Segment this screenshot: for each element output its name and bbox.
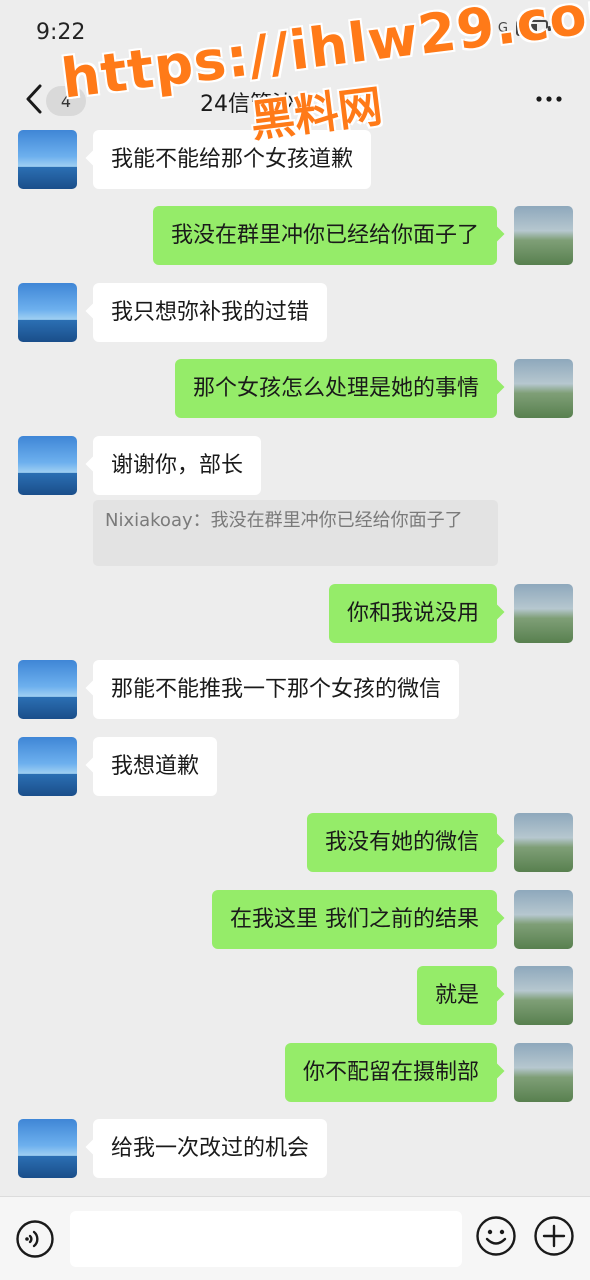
more-options-icon[interactable] bbox=[534, 92, 564, 106]
add-attachment-icon[interactable] bbox=[533, 1215, 575, 1257]
my-avatar[interactable] bbox=[514, 359, 573, 418]
status-time: 9:22 bbox=[36, 20, 86, 45]
emoji-icon[interactable] bbox=[475, 1215, 517, 1257]
message-input[interactable] bbox=[70, 1211, 462, 1267]
contact-avatar[interactable] bbox=[18, 130, 77, 189]
contact-avatar[interactable] bbox=[18, 660, 77, 719]
message-bubble-incoming[interactable]: 给我一次改过的机会 bbox=[93, 1119, 328, 1178]
message-bubble-outgoing[interactable]: 我没在群里冲你已经给你面子了 bbox=[152, 206, 497, 265]
contact-avatar[interactable] bbox=[18, 283, 77, 342]
message-bubble-outgoing[interactable]: 在我这里 我们之前的结果 bbox=[212, 890, 497, 949]
contact-avatar[interactable] bbox=[18, 1119, 77, 1178]
message-bubble-incoming[interactable]: 我只想弥补我的过错 bbox=[93, 283, 328, 342]
my-avatar[interactable] bbox=[514, 584, 573, 643]
contact-avatar[interactable] bbox=[18, 436, 77, 495]
quoted-message[interactable]: Nixiakoay：我没在群里冲你已经给你面子了 bbox=[93, 500, 498, 566]
message-bubble-outgoing[interactable]: 那个女孩怎么处理是她的事情 bbox=[174, 359, 497, 418]
chat-input-bar bbox=[0, 1196, 590, 1280]
message-bubble-incoming[interactable]: 我想道歉 bbox=[93, 737, 218, 796]
contact-avatar[interactable] bbox=[18, 737, 77, 796]
voice-input-icon[interactable] bbox=[15, 1219, 55, 1259]
my-avatar[interactable] bbox=[514, 813, 573, 872]
my-avatar[interactable] bbox=[514, 890, 573, 949]
message-bubble-incoming[interactable]: 那能不能推我一下那个女孩的微信 bbox=[93, 660, 460, 719]
message-bubble-outgoing[interactable]: 就是 bbox=[416, 966, 497, 1025]
message-bubble-incoming[interactable]: 谢谢你，部长 bbox=[93, 436, 262, 495]
message-bubble-outgoing[interactable]: 你不配留在摄制部 bbox=[284, 1043, 497, 1102]
my-avatar[interactable] bbox=[514, 1043, 573, 1102]
message-bubble-outgoing[interactable]: 我没有她的微信 bbox=[306, 813, 497, 872]
my-avatar[interactable] bbox=[514, 206, 573, 265]
back-arrow-icon[interactable] bbox=[20, 82, 48, 116]
message-bubble-outgoing[interactable]: 你和我说没用 bbox=[328, 584, 497, 643]
my-avatar[interactable] bbox=[514, 966, 573, 1025]
